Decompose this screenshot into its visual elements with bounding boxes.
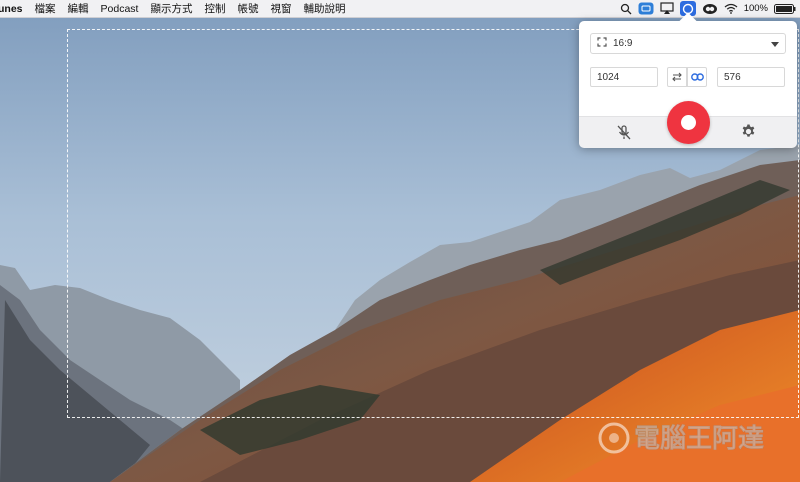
width-input[interactable]: 1024	[590, 67, 658, 87]
swap-dimensions-button[interactable]	[667, 67, 687, 87]
watermark-logo: 電腦王阿達	[598, 422, 764, 454]
app-status-icon[interactable]	[638, 2, 654, 16]
menu-controls[interactable]: 控制	[198, 1, 231, 16]
fullscreen-icon	[597, 37, 607, 50]
battery-icon[interactable]	[774, 2, 796, 16]
status-area: 100%	[620, 0, 796, 17]
creative-cloud-icon[interactable]	[702, 2, 718, 16]
menu-podcast[interactable]: Podcast	[95, 3, 145, 15]
link-dimensions-button[interactable]	[687, 67, 707, 87]
battery-percent: 100%	[743, 3, 768, 14]
chevron-down-icon	[771, 40, 779, 51]
menu-view[interactable]: 顯示方式	[144, 1, 198, 16]
search-icon[interactable]	[620, 2, 632, 16]
menu-edit[interactable]: 編輯	[62, 1, 95, 16]
record-dot-icon	[681, 115, 696, 130]
recorder-popover: 16:9 1024 576	[579, 12, 797, 148]
height-input[interactable]: 576	[717, 67, 785, 87]
record-button[interactable]	[667, 101, 710, 144]
menu-file[interactable]: 檔案	[29, 1, 62, 16]
aspect-ratio-value: 16:9	[613, 38, 633, 49]
display-mirror-icon[interactable]	[660, 2, 674, 16]
svg-text:電腦王阿達: 電腦王阿達	[634, 424, 764, 454]
menu-app-name[interactable]: unes	[0, 3, 29, 15]
aspect-ratio-select[interactable]: 16:9	[590, 33, 786, 54]
mic-muted-icon[interactable]	[617, 125, 631, 145]
menu-help[interactable]: 輔助說明	[297, 1, 351, 16]
gear-icon[interactable]	[741, 124, 756, 144]
menu-bar: unes 檔案 編輯 Podcast 顯示方式 控制 帳號 視窗 輔助說明 10…	[0, 0, 800, 18]
wifi-icon[interactable]	[724, 2, 738, 16]
menu-window[interactable]: 視窗	[264, 1, 297, 16]
menu-account[interactable]: 帳號	[231, 1, 264, 16]
